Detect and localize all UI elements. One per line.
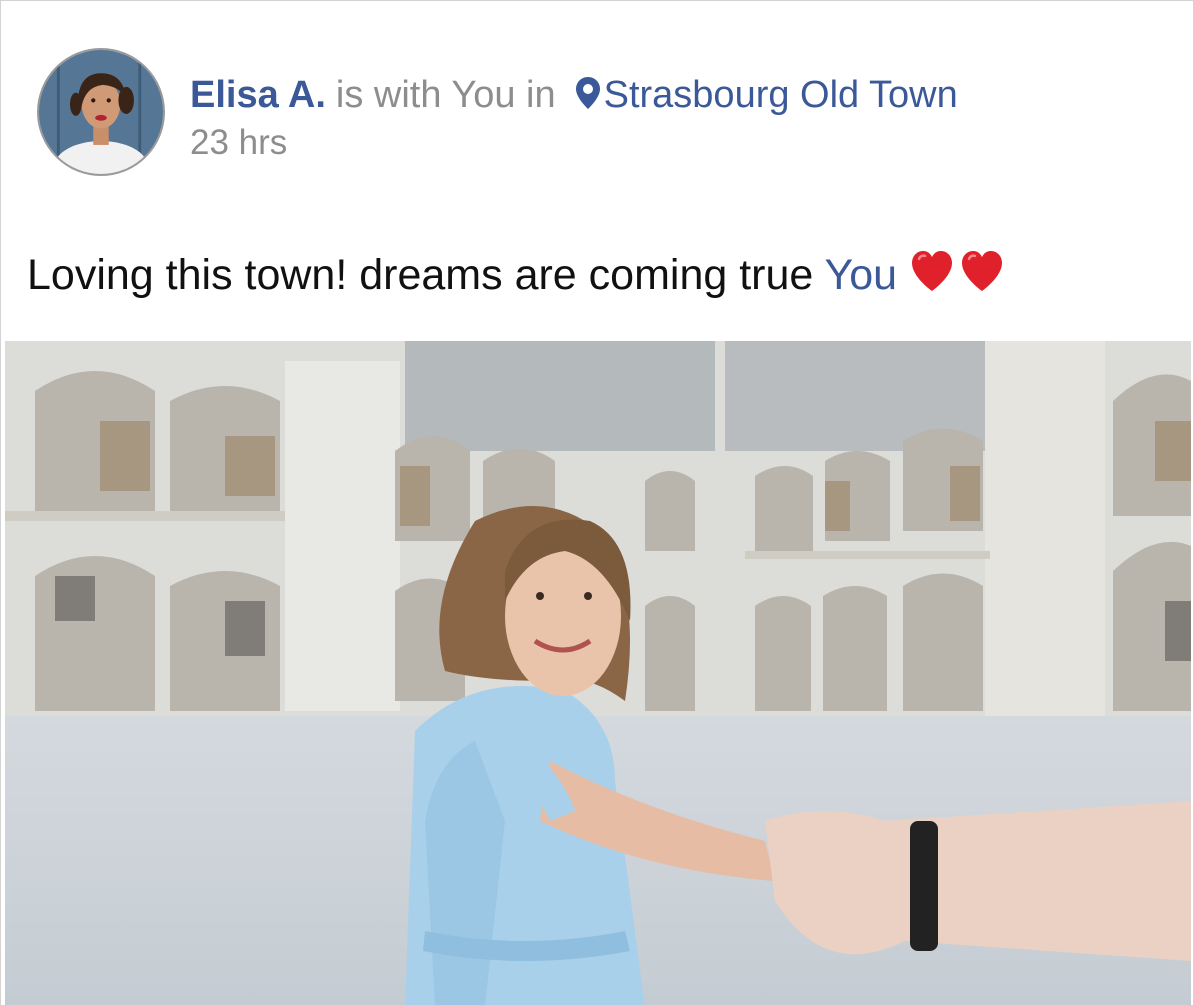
post-body-text: Loving this town! dreams are coming true	[27, 251, 814, 299]
red-heart-icon	[962, 251, 1003, 291]
with-text: is with You in	[335, 74, 556, 116]
post-photo[interactable]	[5, 341, 1191, 1005]
emoji-group	[909, 249, 1005, 293]
post-header: Elisa A. is with You in Strasbourg Old Tow…	[190, 71, 958, 118]
red-heart-icon	[912, 251, 953, 291]
location-name: Strasbourg Old Town	[603, 74, 958, 116]
post-timestamp[interactable]: 23 hrs	[190, 122, 287, 164]
avatar-image	[39, 50, 163, 174]
author-name[interactable]: Elisa A.	[190, 74, 326, 116]
avatar[interactable]	[37, 48, 165, 176]
location-pin-icon	[575, 77, 600, 109]
post-body: Loving this town! dreams are coming true…	[27, 248, 1005, 302]
post-photo-image	[5, 341, 1191, 1005]
post-card: Elisa A. is with You in Strasbourg Old Tow…	[0, 0, 1194, 1006]
tagged-user[interactable]: You	[825, 251, 898, 299]
location-link[interactable]: Strasbourg Old Town	[574, 71, 958, 118]
